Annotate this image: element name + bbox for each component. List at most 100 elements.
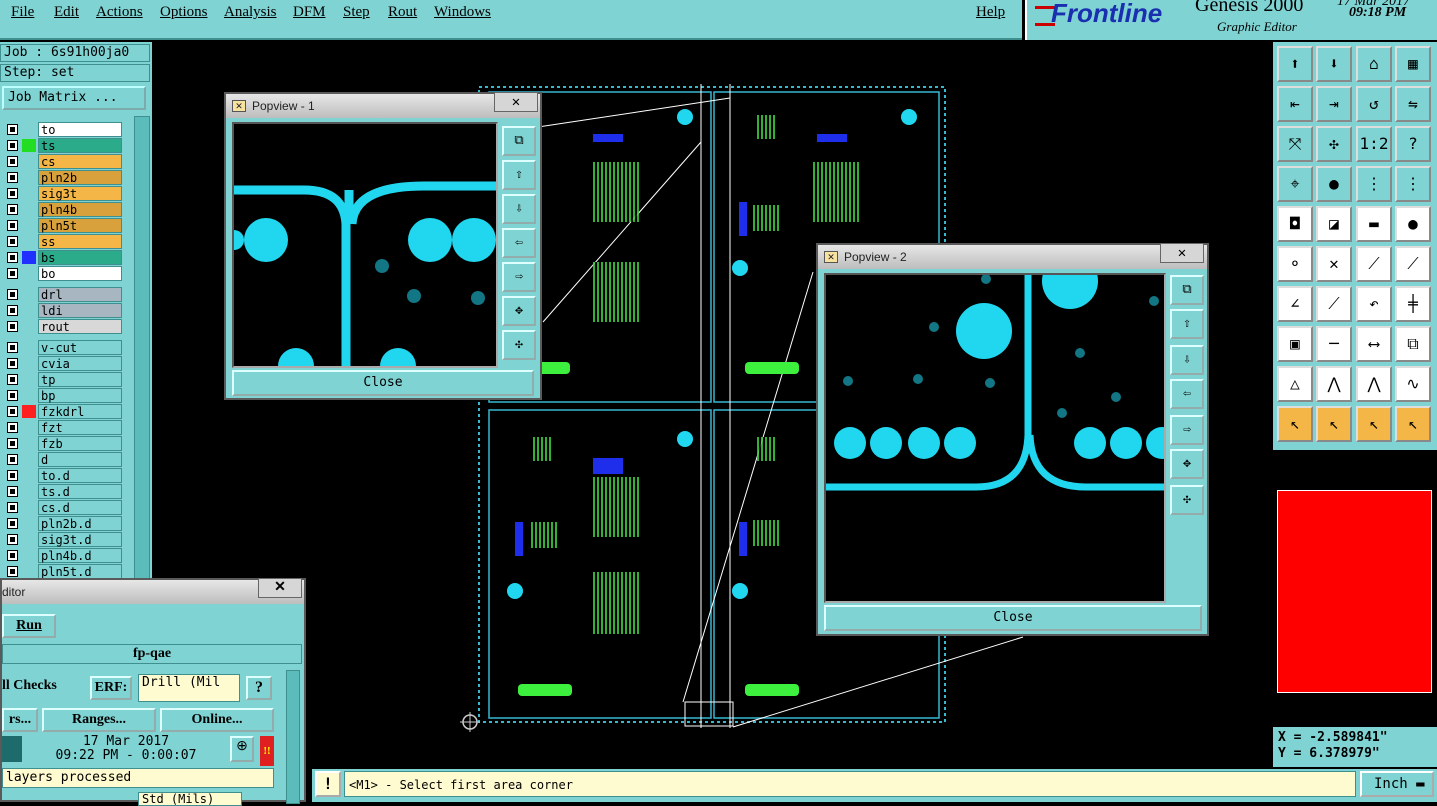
layer-checkbox[interactable] <box>7 252 18 263</box>
layer-checkbox[interactable] <box>7 342 18 353</box>
layer-row-pln2b-d[interactable]: pln2b.d <box>3 516 122 531</box>
layer-row-bs[interactable]: bs <box>3 250 122 265</box>
layer-row-ts[interactable]: ts <box>3 138 122 153</box>
layer-checkbox[interactable] <box>7 550 18 561</box>
popview-1-tool-1-icon[interactable]: ⧉ <box>502 126 536 156</box>
run-button[interactable]: Run <box>2 614 56 638</box>
layer-checkbox[interactable] <box>7 422 18 433</box>
popview-2-pan-left-icon[interactable]: ⇦ <box>1170 379 1204 409</box>
slope-icon[interactable]: ∠ <box>1277 286 1313 322</box>
layer-checkbox[interactable] <box>7 124 18 135</box>
layer-checkbox[interactable] <box>7 470 18 481</box>
layer-row-sig3t-d[interactable]: sig3t.d <box>3 532 122 547</box>
node-icon[interactable]: ⚬ <box>1277 246 1313 282</box>
layer-down-icon[interactable]: ⋮ <box>1395 166 1431 202</box>
layer-checkbox[interactable] <box>7 374 18 385</box>
help-icon[interactable]: ? <box>1395 126 1431 162</box>
popview-1-pan-left-icon[interactable]: ⇦ <box>502 228 536 258</box>
layer-checkbox[interactable] <box>7 188 18 199</box>
layer-checkbox[interactable] <box>7 321 18 332</box>
popview-2-zoom-in-icon[interactable]: ✣ <box>1170 485 1204 515</box>
popview-2-close-button[interactable]: Close <box>824 605 1202 631</box>
help-button[interactable]: ? <box>246 676 272 700</box>
popview-1-zoom-out-icon[interactable]: ✥ <box>502 296 536 326</box>
ratio-icon[interactable]: 1:2 <box>1356 126 1392 162</box>
menu-rout[interactable]: Rout <box>388 4 417 21</box>
layer-row-fzb[interactable]: fzb <box>3 436 122 451</box>
select-icon[interactable]: ↖ <box>1277 406 1313 442</box>
menu-windows[interactable]: Windows <box>434 4 491 21</box>
ranges-button[interactable]: Ranges... <box>42 708 156 732</box>
peak-bar-icon[interactable]: ⋀ <box>1356 366 1392 402</box>
popview-2-tool-1-icon[interactable]: ⧉ <box>1170 275 1204 305</box>
popview-1-pan-down-icon[interactable]: ⇩ <box>502 194 536 224</box>
layer-checkbox[interactable] <box>7 454 18 465</box>
house-icon[interactable]: ⌂ <box>1356 46 1392 82</box>
grid-icon[interactable]: ▦ <box>1395 46 1431 82</box>
home-icon[interactable]: ⬆ <box>1277 46 1313 82</box>
layer-row-cs[interactable]: cs <box>3 154 122 169</box>
popview-2-view[interactable] <box>824 273 1166 603</box>
layer-row-ldi[interactable]: ldi <box>3 303 122 318</box>
dash-icon[interactable]: ─ <box>1316 326 1352 362</box>
job-matrix-button[interactable]: Job Matrix ... <box>2 86 146 110</box>
layer-row-d[interactable]: d <box>3 452 122 467</box>
curve-icon[interactable]: ↶ <box>1356 286 1392 322</box>
group-icon[interactable]: ⧉ <box>1395 326 1431 362</box>
popview-2-pan-up-icon[interactable]: ⇧ <box>1170 309 1204 339</box>
layer-row-v-cut[interactable]: v-cut <box>3 340 122 355</box>
popview-1-view[interactable] <box>232 122 498 368</box>
wave-icon[interactable]: ∿ <box>1395 366 1431 402</box>
layer-scrollbar[interactable] <box>134 116 150 582</box>
cut-icon[interactable]: ◪ <box>1316 206 1352 242</box>
popview-1-close-icon[interactable]: ✕ <box>494 92 538 112</box>
triangle-icon[interactable]: △ <box>1277 366 1313 402</box>
layer-row-cvia[interactable]: cvia <box>3 356 122 371</box>
line-icon[interactable]: ⟋ <box>1356 246 1392 282</box>
zoom-center-icon[interactable]: ✣ <box>1316 126 1352 162</box>
layer-row-bo[interactable]: bo <box>3 266 122 281</box>
rotate-icon[interactable]: ↺ <box>1356 86 1392 122</box>
measure-icon[interactable]: ⌖ <box>1277 166 1313 202</box>
layer-row-drl[interactable]: drl <box>3 287 122 302</box>
popview-2-pan-down-icon[interactable]: ⇩ <box>1170 345 1204 375</box>
snap-icon[interactable]: ◘ <box>1277 206 1313 242</box>
layer-row-pln4b-d[interactable]: pln4b.d <box>3 548 122 563</box>
layer-checkbox[interactable] <box>7 305 18 316</box>
layer-row-fzkdrl[interactable]: fzkdrl <box>3 404 122 419</box>
layer-up-icon[interactable]: ⋮ <box>1356 166 1392 202</box>
menu-actions[interactable]: Actions <box>96 4 143 21</box>
cross-icon[interactable]: ✕ <box>1316 246 1352 282</box>
popview-2-pan-right-icon[interactable]: ⇨ <box>1170 415 1204 445</box>
zoom-fit-icon[interactable]: ⤧ <box>1277 126 1313 162</box>
layer-row-ss[interactable]: ss <box>3 234 122 249</box>
layer-checkbox[interactable] <box>7 268 18 279</box>
zoom-icon[interactable]: ⊕ <box>230 736 254 762</box>
pan-left-icon[interactable]: ⇤ <box>1277 86 1313 122</box>
menu-step[interactable]: Step <box>343 4 370 21</box>
menu-edit[interactable]: Edit <box>54 4 79 21</box>
layer-checkbox[interactable] <box>7 534 18 545</box>
params-button[interactable]: rs... <box>2 708 38 732</box>
fork-icon[interactable]: ╪ <box>1395 286 1431 322</box>
import-icon[interactable]: ⬇ <box>1316 46 1352 82</box>
layer-row-fzt[interactable]: fzt <box>3 420 122 435</box>
layer-checkbox[interactable] <box>7 566 18 577</box>
layer-row-to[interactable]: to <box>3 122 122 137</box>
layer-checkbox[interactable] <box>7 486 18 497</box>
layer-checkbox[interactable] <box>7 518 18 529</box>
layer-checkbox[interactable] <box>7 236 18 247</box>
layer-checkbox[interactable] <box>7 502 18 513</box>
layer-row-pln5t-d[interactable]: pln5t.d <box>3 564 122 579</box>
menu-help[interactable]: Help <box>976 4 1005 21</box>
pad-icon[interactable]: ▣ <box>1277 326 1313 362</box>
mirror-pad-icon[interactable]: ⟷ <box>1356 326 1392 362</box>
pan-right-icon[interactable]: ⇥ <box>1316 86 1352 122</box>
erf-field[interactable]: Drill (Mil <box>138 674 240 702</box>
overview-thumbnail[interactable] <box>1273 452 1437 727</box>
layer-row-rout[interactable]: rout <box>3 319 122 334</box>
std-field[interactable]: Std (Mils) <box>138 792 242 806</box>
layer-row-pln5t[interactable]: pln5t <box>3 218 122 233</box>
ruler-icon[interactable]: ▬ <box>1356 206 1392 242</box>
layer-row-pln2b[interactable]: pln2b <box>3 170 122 185</box>
